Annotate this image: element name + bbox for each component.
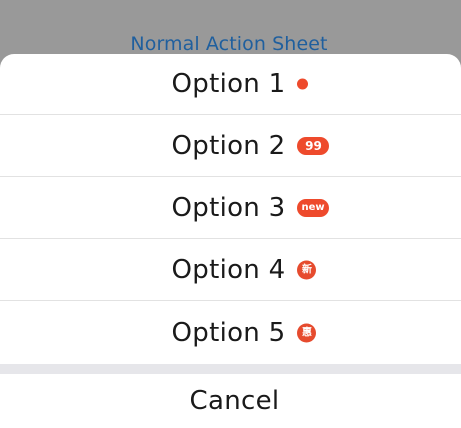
new-char-badge: 新 xyxy=(297,260,317,280)
action-option-4[interactable]: Option 4 新 xyxy=(0,240,461,301)
action-option-1[interactable]: Option 1 xyxy=(0,54,461,115)
option-label: Option 1 xyxy=(171,69,286,99)
option-label: Option 4 xyxy=(171,255,286,285)
action-sheet: Option 1 Option 2 99 Option 3 new Option… xyxy=(0,54,461,428)
new-badge: new xyxy=(297,199,329,217)
red-dot-badge xyxy=(297,78,309,90)
page-title: Normal Action Sheet xyxy=(130,33,328,55)
cancel-label: Cancel xyxy=(189,386,280,416)
cancel-button[interactable]: Cancel xyxy=(0,374,461,428)
option-label: Option 5 xyxy=(171,317,286,348)
action-option-5[interactable]: Option 5 惠 xyxy=(0,302,461,363)
action-option-2[interactable]: Option 2 99 xyxy=(0,116,461,177)
discount-char-badge: 惠 xyxy=(297,323,317,342)
option-label: Option 2 xyxy=(171,131,286,161)
count-badge: 99 xyxy=(297,137,330,155)
option-label: Option 3 xyxy=(171,193,286,223)
cancel-divider xyxy=(0,364,461,374)
action-option-3[interactable]: Option 3 new xyxy=(0,178,461,239)
